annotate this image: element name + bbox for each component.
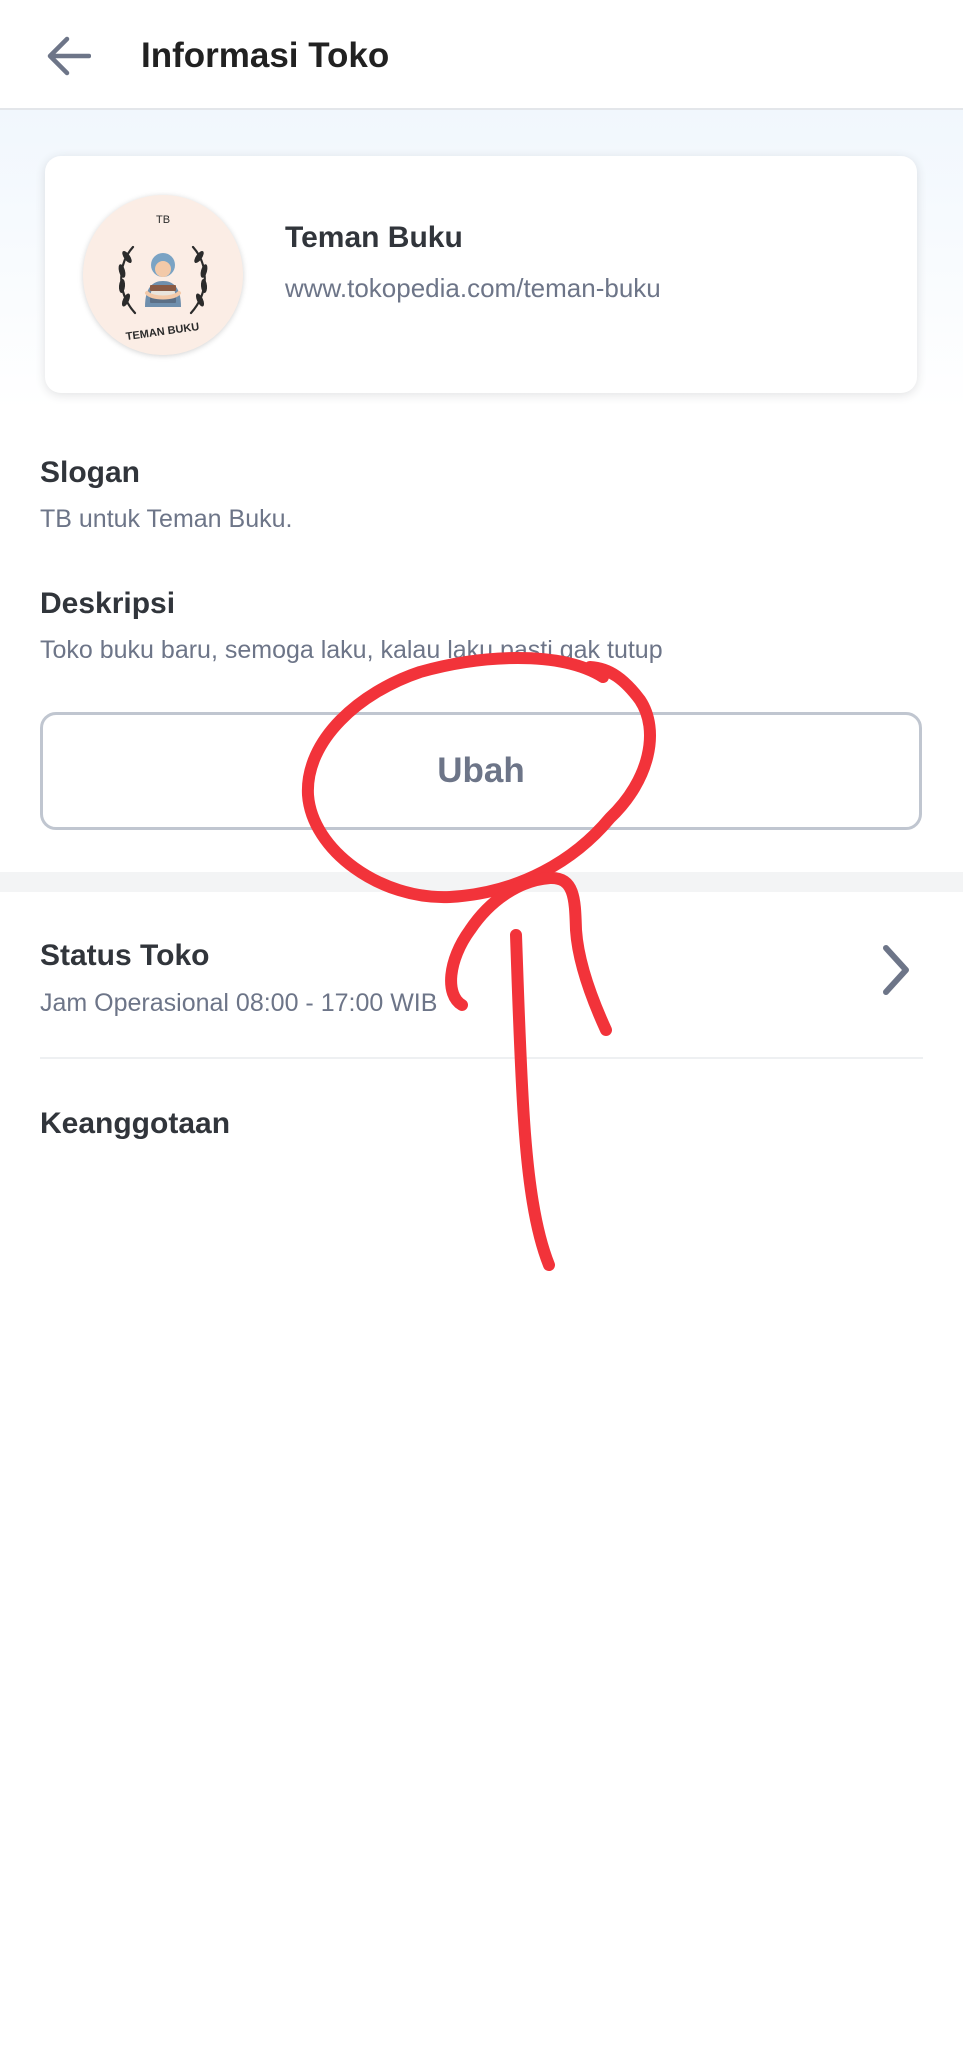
row-divider [40,1057,923,1059]
chevron-right-icon [883,945,909,995]
deskripsi-value: Toko buku baru, semoga laku, kalau laku … [40,636,663,664]
logo-text-top: TB [156,214,170,226]
app-header: Informasi Toko [0,0,963,110]
keanggotaan-label[interactable]: Keanggotaan [40,1104,230,1144]
deskripsi-label: Deskripsi [40,587,176,620]
shop-logo: TB TEMAN BUKU [83,195,243,355]
edit-button[interactable]: Ubah [40,712,922,830]
status-toko-label: Status Toko [40,939,210,972]
slogan-label: Slogan [40,456,141,489]
status-toko-value: Jam Operasional 08:00 - 17:00 WIB [40,989,438,1017]
shop-avatar[interactable]: TB TEMAN BUKU [83,195,243,355]
shop-url: www.tokopedia.com/teman-buku [285,273,661,303]
section-divider [0,872,963,892]
arrow-left-icon [47,36,91,76]
page-title: Informasi Toko [141,36,390,75]
shop-card: TB TEMAN BUKU Teman Buku www.tokopedia.c… [45,156,917,393]
slogan-value: TB untuk Teman Buku. [40,505,293,533]
status-toko-row[interactable]: Status Toko Jam Operasional 08:00 - 17:0… [0,892,963,1057]
back-button[interactable] [36,24,100,88]
shop-name: Teman Buku [285,221,463,254]
